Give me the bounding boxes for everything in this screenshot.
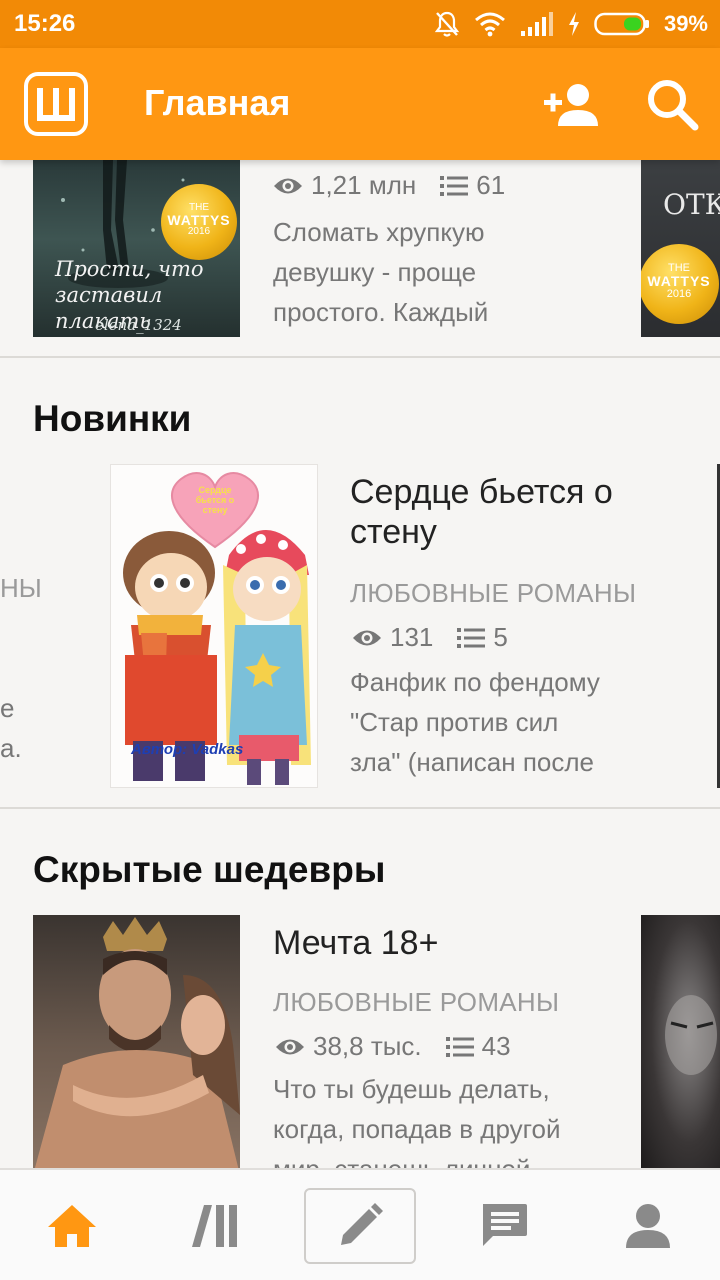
parts-list-icon (440, 175, 469, 196)
parts-count: 61 (476, 170, 506, 200)
eye-icon (276, 1039, 304, 1054)
views-count: 131 (390, 622, 434, 652)
mute-icon (434, 11, 460, 37)
cover-art (665, 995, 717, 1075)
book-title-new[interactable]: Сердце бьется о стену (350, 472, 613, 552)
eye-icon (353, 630, 381, 645)
section-new: Новинки НЫ е а. Сердце бьется о стену Ав… (0, 358, 720, 806)
desc-line: Сломать хрупкую (273, 217, 485, 247)
status-time: 15:26 (14, 10, 76, 37)
section-title-hidden: Скрытые шедевры (33, 849, 386, 890)
parts-count: 5 (493, 622, 508, 652)
title-line: Сердце бьется о (350, 473, 613, 511)
library-icon (192, 1205, 237, 1247)
partial-genre: НЫ (0, 573, 42, 603)
page-title: Главная (144, 82, 291, 123)
add-friend-icon[interactable] (540, 78, 604, 134)
parts-list-icon (457, 627, 486, 648)
views-count: 38,8 тыс. (313, 1031, 422, 1061)
nav-profile[interactable] (576, 1170, 720, 1280)
wifi-icon (474, 12, 505, 37)
book-description-hidden: Что ты будешь делать, когда, попадав в д… (273, 1069, 561, 1168)
desc-line: когда, попадав в другой (273, 1114, 561, 1144)
desc-line: мир, станешь личной (273, 1149, 561, 1168)
badge-line2: WATTYS (167, 212, 231, 228)
book-cover-next[interactable]: ОТК THE WATTYS 2016 (641, 160, 720, 337)
status-bar: 15:26 39% (0, 0, 720, 48)
desc-line: Фанфик по фендому (350, 667, 600, 697)
section-hidden-gems: Скрытые шедевры Мечта 18+ ЛЮБОВНЫЕ РОМАН… (0, 809, 720, 1168)
write-icon (341, 1203, 383, 1245)
book-cover-hidden[interactable] (33, 915, 240, 1168)
nav-messages[interactable] (432, 1170, 576, 1280)
cover-author: elena_1324 (95, 316, 182, 334)
wattys-badge: THE WATTYS 2016 (161, 184, 237, 260)
next-cover-text: ОТК (663, 188, 720, 221)
wattys-badge-next: THE WATTYS 2016 (641, 244, 719, 324)
desc-line: Что ты будешь делать, (273, 1074, 550, 1104)
cover-art (34, 917, 240, 1168)
profile-icon (626, 1204, 670, 1248)
book-title-hidden[interactable]: Мечта 18+ (273, 923, 438, 963)
badge-line2: WATTYS (647, 273, 711, 289)
views-count: 1,21 млн (311, 170, 417, 200)
desc-line: зла" (написан после (350, 747, 595, 777)
book-genre-new[interactable]: ЛЮБОВНЫЕ РОМАНЫ (350, 578, 636, 609)
bottom-navigation (0, 1168, 720, 1280)
book-description-new: Фанфик по фендому "Стар против сил зла" … (350, 662, 600, 782)
messages-icon (483, 1204, 527, 1246)
charging-icon (568, 12, 579, 36)
section-title-new: Новинки (33, 398, 192, 439)
cover-author: Автор: Vadkas (131, 741, 244, 758)
home-icon (48, 1205, 96, 1247)
parts-count: 43 (481, 1031, 511, 1061)
signal-icon (520, 12, 553, 36)
cover-heart-text: Сердце бьется о стену (195, 485, 235, 515)
eye-icon (274, 178, 302, 193)
parts-list-icon (445, 1036, 474, 1057)
book-stats-new: 131 5 (352, 622, 508, 653)
battery-percent: 39% (663, 11, 708, 36)
book-cover-next-hidden[interactable] (641, 915, 720, 1168)
book-cover-featured[interactable]: Прости, что заставил плакать elena_1324 … (33, 160, 240, 337)
battery-icon (594, 12, 649, 36)
book-stats-hidden: 38,8 тыс. 43 (275, 1031, 511, 1062)
nav-library[interactable] (144, 1170, 288, 1280)
desc-line: "Стар против сил (350, 707, 559, 737)
desc-line: девушку - проще (273, 257, 477, 287)
desc-line: простого. Каждый (273, 297, 489, 327)
partial-desc-line: а. (0, 733, 22, 763)
featured-row: Прости, что заставил плакать elena_1324 … (0, 160, 720, 356)
title-line: стену (350, 513, 437, 551)
app-bar: Главная (0, 48, 720, 160)
prev-card-partial[interactable]: НЫ е а. (0, 568, 42, 768)
partial-desc-line: е (0, 693, 15, 723)
badge-line3: 2016 (666, 288, 692, 300)
nav-write[interactable] (304, 1188, 416, 1264)
logo-letter-icon (37, 88, 75, 121)
wattpad-logo[interactable] (24, 72, 88, 136)
book-genre-hidden[interactable]: ЛЮБОВНЫЕ РОМАНЫ (273, 987, 559, 1018)
search-icon[interactable] (644, 76, 700, 132)
featured-description: Сломать хрупкую девушку - проще простого… (273, 212, 488, 332)
book-cover-new[interactable]: Сердце бьется о стену Автор: Vadkas (110, 464, 318, 788)
featured-stats: 1,21 млн 61 (273, 170, 505, 201)
nav-home[interactable] (0, 1170, 144, 1280)
